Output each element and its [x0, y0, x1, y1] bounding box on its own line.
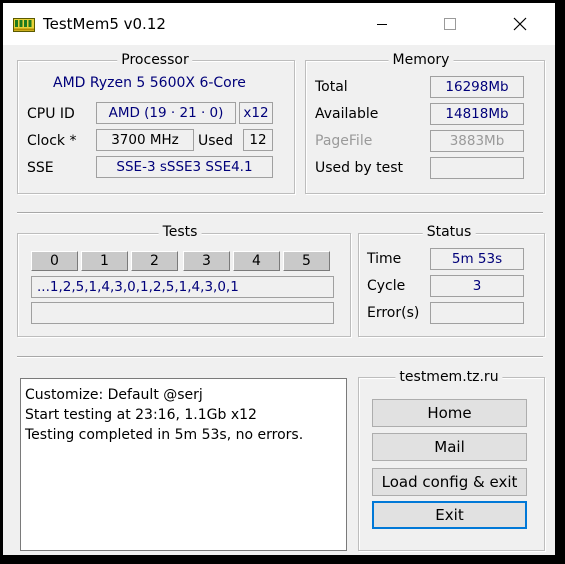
log-output[interactable]: Customize: Default @serj Start testing a…	[20, 378, 347, 551]
test-column-3: 3	[183, 251, 230, 271]
maximize-icon	[444, 18, 456, 30]
log-line: Customize: Default @serj	[25, 387, 203, 403]
minimize-icon	[377, 24, 387, 25]
close-button[interactable]	[497, 3, 543, 45]
available-field: 14818Mb	[430, 103, 524, 125]
separator-top	[17, 212, 543, 214]
maximize-button[interactable]	[427, 3, 473, 45]
available-label: Available	[315, 106, 379, 122]
minimize-button[interactable]	[359, 3, 405, 45]
sse-field: SSE-3 sSSE3 SSE4.1	[96, 156, 273, 178]
home-button[interactable]: Home	[372, 399, 527, 427]
window-title: TestMem5 v0.12	[43, 15, 166, 33]
testmem-window: TestMem5 v0.12 Processor AMD Ryzen 5 560…	[3, 3, 555, 555]
separator-bottom	[17, 356, 543, 358]
threads-field: x12	[239, 102, 273, 124]
total-field: 16298Mb	[430, 76, 524, 98]
cycle-field: 3	[430, 275, 524, 297]
mail-button[interactable]: Mail	[372, 433, 527, 461]
errors-label: Error(s)	[367, 305, 420, 321]
test-sequence-field: ...1,2,5,1,4,3,0,1,2,5,1,4,3,0,1	[31, 276, 334, 298]
memory-title: Memory	[388, 52, 454, 68]
links-title: testmem.tz.ru	[395, 369, 503, 385]
close-icon	[513, 17, 527, 31]
load-config-exit-button[interactable]: Load config & exit	[372, 468, 527, 496]
used-label: Used	[198, 133, 234, 149]
cpu-id-field: AMD (19 · 21 · 0)	[96, 102, 236, 124]
pagefile-field: 3883Mb	[430, 130, 524, 152]
errors-field	[430, 302, 524, 324]
status-title: Status	[422, 224, 476, 240]
test-column-2: 2	[131, 251, 178, 271]
pagefile-label: PageFile	[315, 133, 373, 149]
title-bar[interactable]: TestMem5 v0.12	[3, 3, 555, 45]
exit-button[interactable]: Exit	[372, 501, 527, 529]
time-label: Time	[367, 251, 402, 267]
memory-chip-icon	[13, 18, 35, 32]
test-column-5: 5	[283, 251, 330, 271]
tests-title: Tests	[158, 224, 202, 240]
cycle-label: Cycle	[367, 278, 406, 294]
log-line: Testing completed in 5m 53s, no errors.	[25, 427, 304, 443]
total-label: Total	[315, 79, 348, 95]
test-column-0: 0	[31, 251, 78, 271]
processor-title: Processor	[117, 52, 193, 68]
used-by-test-field	[430, 157, 524, 179]
sse-label: SSE	[27, 160, 54, 176]
test-column-1: 1	[81, 251, 128, 271]
test-column-4: 4	[233, 251, 280, 271]
cpu-name: AMD Ryzen 5 5600X 6-Core	[53, 75, 246, 91]
cpu-id-label: CPU ID	[27, 106, 75, 122]
clock-label: Clock *	[27, 133, 77, 149]
clock-field: 3700 MHz	[96, 129, 194, 151]
log-line: Start testing at 23:16, 1.1Gb x12	[25, 407, 257, 423]
test-progress-field	[31, 302, 334, 324]
time-field: 5m 53s	[430, 248, 524, 270]
used-by-test-label: Used by test	[315, 160, 403, 176]
used-threads-field: 12	[243, 129, 273, 151]
